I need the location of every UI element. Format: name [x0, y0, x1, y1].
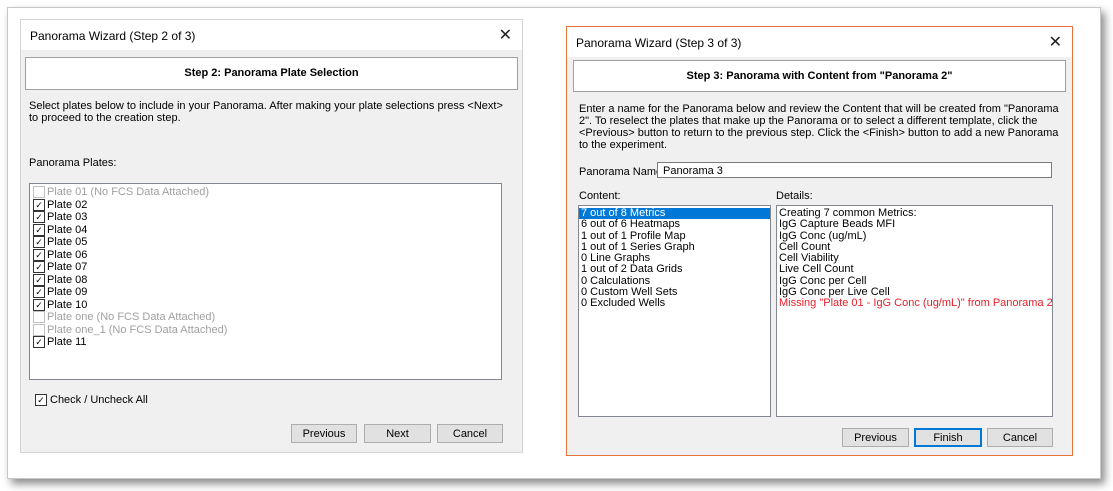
- content-label: Content:: [579, 190, 621, 202]
- checkbox-icon: ✓: [33, 298, 45, 311]
- plate-label: Plate 07: [47, 261, 88, 273]
- plates-label: Panorama Plates:: [29, 157, 117, 169]
- plate-label: Plate 08: [47, 273, 88, 286]
- plate-checklist-item: Plate 01 (No FCS Data Attached): [30, 186, 501, 199]
- plate-label: Plate 11: [47, 336, 87, 348]
- plate-checklist-item[interactable]: ✓ Plate 03: [30, 211, 501, 224]
- cancel-button[interactable]: Cancel: [987, 428, 1053, 447]
- window-title: Panorama Wizard (Step 3 of 3): [576, 36, 742, 50]
- checkbox-icon: ✓: [33, 261, 45, 273]
- checkbox-icon: ✓: [33, 198, 45, 211]
- panorama-name-input[interactable]: Panorama 3: [657, 162, 1052, 178]
- previous-button[interactable]: Previous: [842, 428, 909, 447]
- checkbox-icon: ✓: [33, 223, 45, 236]
- check-all-checkbox[interactable]: ✓ Check / Uncheck All: [32, 394, 232, 407]
- wizard-step2-dialog: Panorama Wizard (Step 2 of 3) ✕ Step 2: …: [20, 19, 523, 453]
- checkbox-icon: ✓: [33, 336, 45, 348]
- checkbox-icon: [33, 186, 45, 198]
- plate-label: Plate 10: [47, 298, 88, 311]
- check-all-label: Check / Uncheck All: [50, 394, 148, 406]
- plate-checklist-item[interactable]: ✓ Plate 10: [30, 298, 501, 312]
- cancel-button[interactable]: Cancel: [437, 424, 503, 443]
- content-list-item[interactable]: 0 Excluded Wells: [579, 298, 770, 310]
- plate-checklist-item[interactable]: ✓ Plate 02: [30, 198, 501, 212]
- checkbox-icon: ✓: [33, 236, 45, 248]
- step-description: Enter a name for the Panorama below and …: [579, 103, 1059, 151]
- next-button[interactable]: Next: [364, 424, 431, 443]
- finish-button[interactable]: Finish: [914, 428, 982, 447]
- plate-checklist-item[interactable]: ✓ Plate 08: [30, 273, 501, 287]
- step-description: Select plates below to include in your P…: [29, 100, 503, 124]
- plate-label: Plate 05: [47, 236, 88, 248]
- checkbox-icon: ✓: [35, 394, 47, 406]
- plates-checklist[interactable]: Plate 01 (No FCS Data Attached) ✓ Plate 02…: [29, 183, 502, 380]
- step-header: Step 3: Panorama with Content from "Pano…: [573, 60, 1066, 92]
- plate-label: Plate 01 (No FCS Data Attached): [47, 186, 210, 198]
- content-list-item[interactable]: 6 out of 6 Heatmaps: [579, 218, 770, 230]
- details-missing-item: Missing "Plate 01 - IgG Conc (ug/mL)" fr…: [779, 297, 1053, 310]
- previous-button[interactable]: Previous: [291, 424, 357, 443]
- plate-label: Plate 06: [47, 248, 88, 261]
- plate-checklist-item[interactable]: ✓ Plate 05: [30, 236, 501, 249]
- checkbox-icon: ✓: [33, 273, 45, 286]
- close-icon[interactable]: ✕: [1049, 32, 1062, 52]
- details-label: Details:: [776, 190, 813, 202]
- plate-checklist-item[interactable]: ✓ Plate 11: [30, 336, 501, 349]
- wizard-step3-dialog: Panorama Wizard (Step 3 of 3) ✕ Step 3: …: [566, 26, 1073, 456]
- window-title: Panorama Wizard (Step 2 of 3): [30, 29, 196, 43]
- checkbox-icon: [33, 323, 45, 336]
- plate-label: Plate 03: [47, 211, 88, 223]
- plate-checklist-item[interactable]: ✓ Plate 06: [30, 248, 501, 262]
- title-bar: Panorama Wizard (Step 2 of 3) ✕: [21, 20, 522, 50]
- plate-checklist-item: Plate one (No FCS Data Attached): [30, 311, 501, 324]
- content-listbox[interactable]: 7 out of 8 Metrics 6 out of 6 Heatmaps 1 o…: [578, 205, 771, 417]
- close-icon[interactable]: ✕: [499, 25, 512, 45]
- checkbox-icon: [33, 311, 45, 323]
- details-listbox[interactable]: Creating 7 common Metrics: IgG Capture Be…: [776, 205, 1053, 417]
- plate-checklist-item[interactable]: ✓ Plate 09: [30, 286, 501, 299]
- plate-checklist-item[interactable]: ✓ Plate 07: [30, 261, 501, 274]
- title-bar: Panorama Wizard (Step 3 of 3) ✕: [567, 27, 1072, 57]
- plate-checklist-item[interactable]: ✓ Plate 04: [30, 223, 501, 237]
- checkbox-icon: ✓: [33, 286, 45, 298]
- plate-label: Plate one_1 (No FCS Data Attached): [47, 323, 228, 336]
- plate-label: Plate one (No FCS Data Attached): [47, 311, 216, 323]
- plate-checklist-item: Plate one_1 (No FCS Data Attached): [30, 323, 501, 337]
- plate-label: Plate 09: [47, 286, 88, 298]
- checkbox-icon: ✓: [33, 248, 45, 261]
- plate-label: Plate 04: [47, 223, 88, 236]
- checkbox-icon: ✓: [33, 211, 45, 223]
- details-list-item: IgG Capture Beads MFI: [779, 218, 896, 231]
- plate-label: Plate 02: [47, 198, 88, 211]
- name-label: Panorama Name:: [579, 166, 666, 178]
- step-header: Step 2: Panorama Plate Selection: [25, 57, 518, 90]
